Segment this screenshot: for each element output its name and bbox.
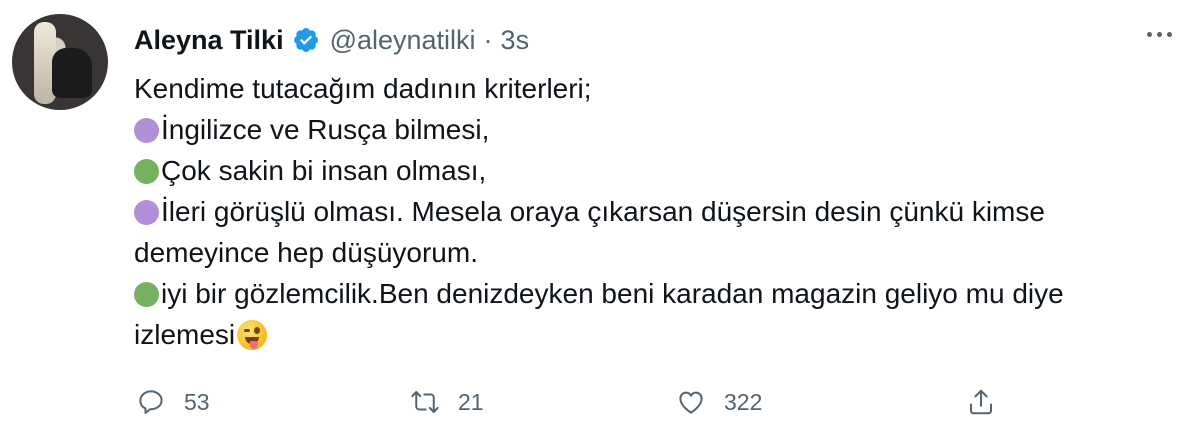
green-circle-icon: [134, 159, 159, 184]
tweet-line: Çok sakin bi insan olması,: [134, 150, 1174, 191]
tweet-header: Aleyna Tilki @aleynatilki · 3s: [134, 20, 529, 60]
tweet-actions-bar: 53 21 322: [134, 380, 1004, 424]
tweet-line: Kendime tutacağım dadının kriterleri;: [134, 68, 1174, 109]
purple-circle-icon: [134, 118, 159, 143]
reply-count: 53: [184, 388, 210, 415]
tweet-line: İngilizce ve Rusça bilmesi,: [134, 109, 1174, 150]
tweet-line-text: izlemesi: [134, 319, 236, 350]
heart-icon: [679, 391, 703, 414]
retweet-button[interactable]: 21: [410, 380, 484, 424]
green-circle-icon: [134, 282, 159, 307]
verified-badge-icon: [293, 28, 318, 52]
reply-button[interactable]: 53: [136, 380, 210, 424]
share-button[interactable]: [966, 380, 996, 424]
tweet-line-text: Kendime tutacağım dadının kriterleri;: [134, 73, 592, 104]
purple-circle-icon: [134, 200, 159, 225]
avatar[interactable]: [12, 14, 108, 110]
tweet[interactable]: Aleyna Tilki @aleynatilki · 3s Kendime t…: [0, 0, 1200, 439]
share-icon: [970, 389, 992, 415]
more-dot-icon: [1147, 32, 1152, 37]
tweet-timestamp[interactable]: 3s: [501, 25, 530, 56]
reply-icon: [139, 390, 163, 414]
avatar-figure-shape: [52, 48, 92, 98]
like-button[interactable]: 322: [676, 380, 762, 424]
tweet-line-text: demeyince hep düşüyorum.: [134, 237, 478, 268]
tweet-text: Kendime tutacağım dadının kriterleri; İn…: [134, 68, 1174, 355]
separator-dot: ·: [483, 24, 493, 55]
more-dot-icon: [1167, 32, 1172, 37]
more-dot-icon: [1157, 32, 1162, 37]
tweet-line-text: İleri görüşlü olması. Mesela oraya çıkar…: [161, 196, 1045, 227]
tweet-line: İleri görüşlü olması. Mesela oraya çıkar…: [134, 191, 1174, 232]
retweet-count: 21: [458, 388, 484, 415]
tweet-line: iyi bir gözlemcilik.Ben denizdeyken beni…: [134, 273, 1174, 314]
tweet-line-text: iyi bir gözlemcilik.Ben denizdeyken beni…: [161, 278, 1064, 309]
more-options-button[interactable]: [1143, 22, 1176, 47]
like-count: 322: [724, 388, 763, 415]
tweet-line-text: İngilizce ve Rusça bilmesi,: [161, 114, 490, 145]
tweet-line: izlemesi: [134, 314, 1174, 355]
tweet-line: demeyince hep düşüyorum.: [134, 232, 1174, 273]
author-name[interactable]: Aleyna Tilki: [134, 25, 284, 56]
retweet-icon: [411, 391, 439, 413]
tweet-line-text: Çok sakin bi insan olması,: [161, 155, 487, 186]
author-handle[interactable]: @aleynatilki: [330, 25, 476, 56]
winking-face-with-tongue-icon: [237, 320, 268, 350]
